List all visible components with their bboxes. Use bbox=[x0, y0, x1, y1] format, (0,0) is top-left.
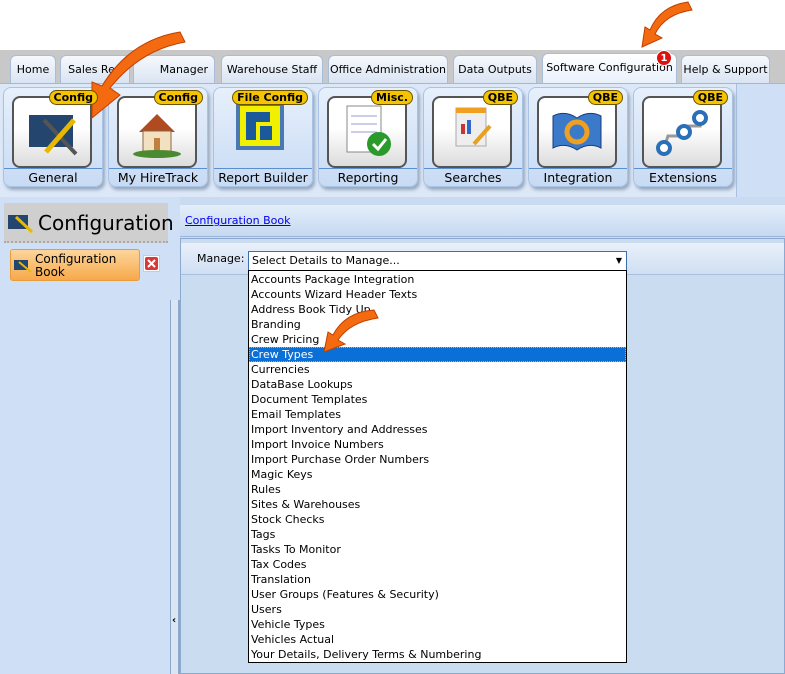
dropdown-option[interactable]: Tasks To Monitor bbox=[249, 542, 626, 557]
ribbon-button-general[interactable]: Config General bbox=[3, 87, 103, 187]
tab-help-support[interactable]: Help & Support bbox=[681, 55, 770, 84]
dropdown-option[interactable]: DataBase Lookups bbox=[249, 377, 626, 392]
misc-badge: Misc. bbox=[371, 90, 413, 105]
close-icon bbox=[145, 257, 158, 270]
main-tab-bar: Home Sales Rep Manager Warehouse Staff O… bbox=[0, 50, 785, 84]
qbe-badge: QBE bbox=[587, 90, 623, 105]
dropdown-option[interactable]: Address Book Tidy Up bbox=[249, 302, 626, 317]
ribbon-label: General bbox=[4, 168, 102, 187]
notification-badge: 1 bbox=[656, 50, 672, 66]
dropdown-option[interactable]: Document Templates bbox=[249, 392, 626, 407]
ribbon: Config General Config My HireTrack File … bbox=[0, 83, 785, 197]
arrow-annotation bbox=[641, 1, 693, 48]
tab-office-administration[interactable]: Office Administration bbox=[328, 55, 448, 84]
ribbon-group: Config General Config My HireTrack File … bbox=[0, 84, 737, 197]
ribbon-label: Extensions bbox=[634, 168, 732, 187]
panel-title: Configuration bbox=[4, 203, 174, 243]
tab-warehouse-staff[interactable]: Warehouse Staff bbox=[221, 55, 323, 84]
dropdown-option[interactable]: Vehicles Actual bbox=[249, 632, 626, 647]
breadcrumb-link[interactable]: Configuration Book bbox=[185, 214, 290, 227]
ribbon-label: Reporting bbox=[319, 168, 417, 187]
ribbon-button-my-hiretrack[interactable]: Config My HireTrack bbox=[108, 87, 208, 187]
dropdown-option[interactable]: Users bbox=[249, 602, 626, 617]
tab-manager[interactable]: Manager bbox=[133, 55, 215, 84]
dropdown-option[interactable]: Import Inventory and Addresses bbox=[249, 422, 626, 437]
breadcrumb: Configuration Book bbox=[180, 205, 785, 237]
config-tools-icon bbox=[14, 260, 32, 273]
collapse-arrow-icon[interactable]: ‹ bbox=[172, 615, 176, 626]
dropdown-option[interactable]: Accounts Wizard Header Texts bbox=[249, 287, 626, 302]
ribbon-button-report-builder[interactable]: File Config Report Builder bbox=[213, 87, 313, 187]
manage-select[interactable]: Select Details to Manage... ▼ bbox=[248, 251, 627, 271]
panel-title-text: Configuration bbox=[38, 211, 174, 235]
left-panel: Configuration Configuration Book bbox=[0, 197, 180, 674]
ribbon-button-extensions[interactable]: QBE Extensions bbox=[633, 87, 733, 187]
dropdown-option[interactable]: Crew Types bbox=[249, 347, 626, 362]
config-badge: File Config bbox=[232, 90, 308, 105]
ribbon-button-searches[interactable]: QBE Searches bbox=[423, 87, 523, 187]
dropdown-option[interactable]: Translation bbox=[249, 572, 626, 587]
dropdown-option[interactable]: Magic Keys bbox=[249, 467, 626, 482]
dropdown-option[interactable]: Branding bbox=[249, 317, 626, 332]
house-icon bbox=[117, 96, 197, 168]
tab-home[interactable]: Home bbox=[10, 55, 56, 84]
tab-data-outputs[interactable]: Data Outputs bbox=[453, 55, 537, 84]
dropdown-option[interactable]: Accounts Package Integration bbox=[249, 272, 626, 287]
dropdown-option[interactable]: Import Invoice Numbers bbox=[249, 437, 626, 452]
config-tools-icon bbox=[8, 215, 34, 233]
ribbon-label: Integration bbox=[529, 168, 627, 187]
select-value: Select Details to Manage... bbox=[252, 254, 400, 267]
manage-label: Manage: bbox=[197, 252, 245, 265]
dropdown-option[interactable]: Vehicle Types bbox=[249, 617, 626, 632]
ribbon-button-integration[interactable]: QBE Integration bbox=[528, 87, 628, 187]
search-report-icon bbox=[432, 96, 512, 168]
manage-dropdown-list[interactable]: Accounts Package Integration Accounts Wiz… bbox=[248, 270, 627, 663]
report-builder-icon bbox=[222, 96, 302, 168]
dropdown-option[interactable]: Tags bbox=[249, 527, 626, 542]
report-check-icon bbox=[327, 96, 407, 168]
book-sync-icon bbox=[537, 96, 617, 168]
close-item-button[interactable] bbox=[143, 255, 160, 272]
dropdown-option[interactable]: Rules bbox=[249, 482, 626, 497]
ribbon-label: Report Builder bbox=[214, 168, 312, 187]
ribbon-label: My HireTrack bbox=[109, 168, 207, 187]
item-label: Configuration Book bbox=[35, 252, 117, 279]
config-badge: Config bbox=[48, 90, 98, 105]
tab-sales-rep[interactable]: Sales Rep bbox=[60, 55, 130, 84]
dropdown-option[interactable]: Sites & Warehouses bbox=[249, 497, 626, 512]
qbe-badge: QBE bbox=[692, 90, 728, 105]
dropdown-option[interactable]: User Groups (Features & Security) bbox=[249, 587, 626, 602]
chevron-down-icon[interactable]: ▼ bbox=[616, 252, 622, 270]
ribbon-label: Searches bbox=[424, 168, 522, 187]
config-badge: Config bbox=[153, 90, 203, 105]
dropdown-option[interactable]: Import Purchase Order Numbers bbox=[249, 452, 626, 467]
panel-splitter[interactable]: ‹ bbox=[170, 300, 180, 674]
dropdown-option[interactable]: Currencies bbox=[249, 362, 626, 377]
dropdown-option[interactable]: Tax Codes bbox=[249, 557, 626, 572]
dropdown-option[interactable]: Your Details, Delivery Terms & Numbering bbox=[249, 647, 626, 662]
dropdown-option[interactable]: Stock Checks bbox=[249, 512, 626, 527]
extensions-icon bbox=[642, 96, 722, 168]
ribbon-button-reporting[interactable]: Misc. Reporting bbox=[318, 87, 418, 187]
config-tools-icon bbox=[12, 96, 92, 168]
dropdown-option[interactable]: Crew Pricing bbox=[249, 332, 626, 347]
qbe-badge: QBE bbox=[482, 90, 518, 105]
configuration-book-item[interactable]: Configuration Book bbox=[10, 249, 140, 281]
dropdown-option[interactable]: Email Templates bbox=[249, 407, 626, 422]
